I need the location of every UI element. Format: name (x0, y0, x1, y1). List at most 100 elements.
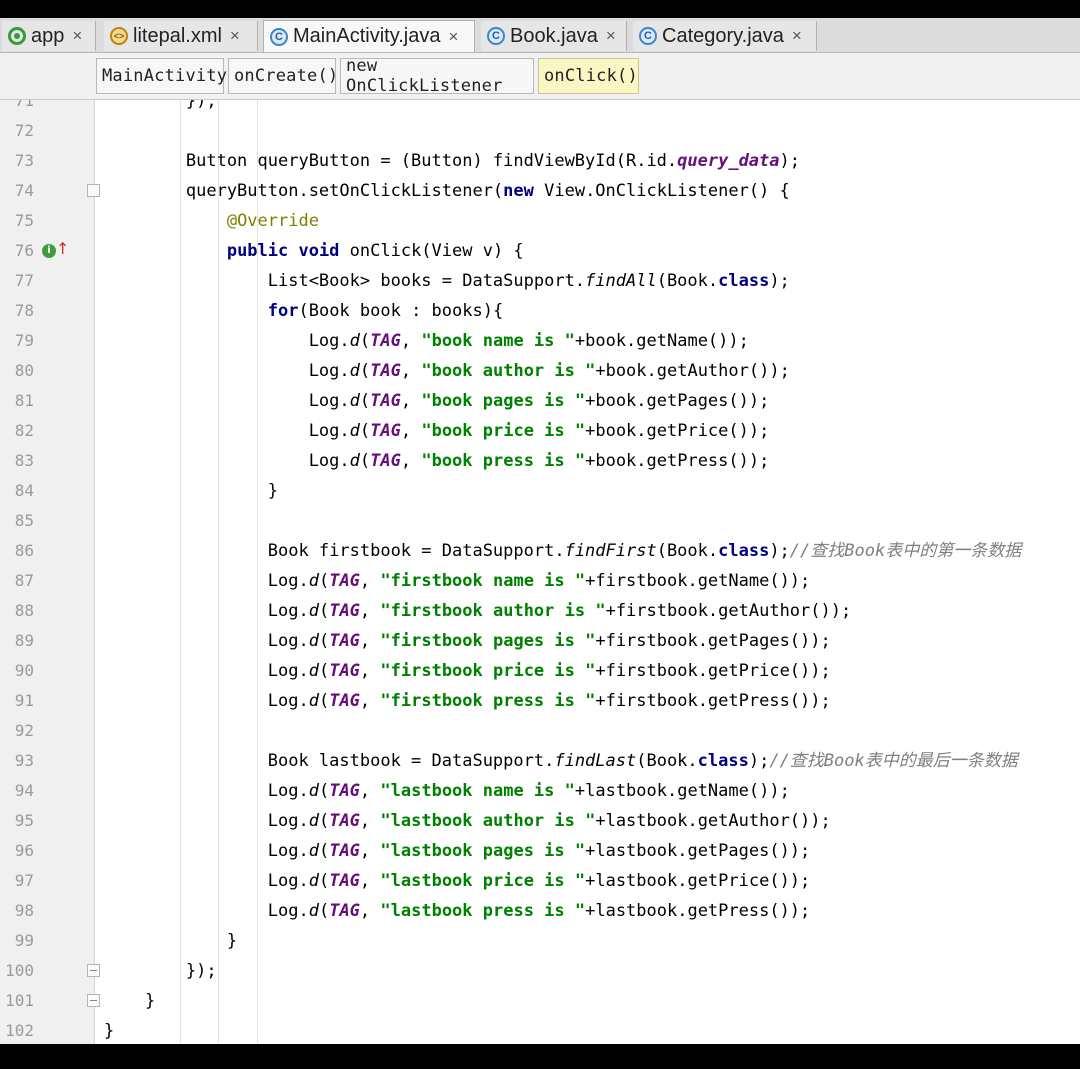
code-token: ( (318, 661, 330, 681)
code-token: View.OnClickListener() { (533, 181, 790, 201)
code-token: +lastbook.getName()); (574, 781, 790, 801)
tab-book-java[interactable]: C Book.java × (481, 21, 627, 51)
code-line[interactable]: 76 i ↑ public void onClick(View v) { (0, 236, 1080, 266)
code-line[interactable]: 84 } (0, 476, 1080, 506)
code-token: ( (359, 331, 371, 351)
code-token: Log. (104, 571, 309, 591)
breadcrumb-item-mainactivity[interactable]: MainActivity (96, 58, 227, 94)
code-token: Log. (104, 841, 309, 861)
close-icon[interactable]: × (72, 26, 82, 46)
code-token: ( (359, 361, 371, 381)
code-token: TAG (370, 451, 401, 471)
line-number: 95 (14, 811, 34, 830)
ide-window: app × <> litepal.xml × C MainActivity.ja… (0, 18, 1080, 1044)
code-token: } (104, 931, 238, 951)
code-token: d (308, 631, 319, 651)
breadcrumb-item-onclick[interactable]: onClick() (538, 58, 639, 94)
fold-toggle-icon[interactable] (87, 184, 100, 197)
code-token: , (400, 331, 422, 351)
code-line[interactable]: 100 }); (0, 956, 1080, 986)
fold-toggle-icon[interactable] (87, 994, 100, 1007)
line-number: 91 (14, 691, 34, 710)
tab-category-java[interactable]: C Category.java × (633, 21, 817, 51)
code-token: , (359, 811, 381, 831)
code-token: , (400, 361, 422, 381)
code-line[interactable]: 97 Log.d(TAG, "lastbook price is "+lastb… (0, 866, 1080, 896)
line-number: 81 (14, 391, 34, 410)
code-line[interactable]: 81 Log.d(TAG, "book pages is "+book.getP… (0, 386, 1080, 416)
line-number: 97 (14, 871, 34, 890)
code-line[interactable]: 96 Log.d(TAG, "lastbook pages is "+lastb… (0, 836, 1080, 866)
code-token: d (349, 361, 360, 381)
code-line[interactable]: 83 Log.d(TAG, "book press is "+book.getP… (0, 446, 1080, 476)
code-text: }); (104, 956, 217, 986)
code-token: , (400, 421, 422, 441)
code-editor[interactable]: 71 }); 72 73 Button queryButton = (Button)… (0, 100, 1080, 1044)
code-line[interactable]: 91 Log.d(TAG, "firstbook press is "+firs… (0, 686, 1080, 716)
code-line[interactable]: 85 (0, 506, 1080, 536)
code-token: TAG (329, 781, 360, 801)
code-line[interactable]: 92 (0, 716, 1080, 746)
code-line[interactable]: 79 Log.d(TAG, "book name is "+book.getNa… (0, 326, 1080, 356)
code-token: TAG (370, 421, 401, 441)
arrow-up-icon: ↑ (56, 239, 70, 258)
android-module-icon (8, 27, 26, 45)
code-token: TAG (329, 661, 360, 681)
code-line[interactable]: 98 Log.d(TAG, "lastbook press is "+lastb… (0, 896, 1080, 926)
code-text: Log.d(TAG, "book name is "+book.getName(… (104, 326, 749, 356)
tab-litepal-xml[interactable]: <> litepal.xml × (104, 21, 258, 51)
code-line[interactable]: 88 Log.d(TAG, "firstbook author is "+fir… (0, 596, 1080, 626)
code-line[interactable]: 89 Log.d(TAG, "firstbook pages is "+firs… (0, 626, 1080, 656)
breadcrumb-item-new-onclicklistener[interactable]: new OnClickListener (340, 56, 534, 96)
code-line[interactable]: 80 Log.d(TAG, "book author is "+book.get… (0, 356, 1080, 386)
code-line[interactable]: 73 Button queryButton = (Button) findVie… (0, 146, 1080, 176)
code-token: d (308, 781, 319, 801)
code-line[interactable]: 77 List<Book> books = DataSupport.findAl… (0, 266, 1080, 296)
code-token: d (308, 571, 319, 591)
code-text: for(Book book : books){ (104, 296, 503, 326)
code-line[interactable]: 72 (0, 116, 1080, 146)
code-token: }); (104, 100, 217, 111)
code-line[interactable]: 87 Log.d(TAG, "firstbook name is "+first… (0, 566, 1080, 596)
close-icon[interactable]: × (230, 26, 240, 46)
code-line[interactable]: 93 Book lastbook = DataSupport.findLast(… (0, 746, 1080, 776)
close-icon[interactable]: × (448, 27, 458, 47)
code-token: Log. (104, 451, 350, 471)
code-token: }); (104, 961, 217, 981)
code-token: Log. (104, 331, 350, 351)
code-line[interactable]: 95 Log.d(TAG, "lastbook author is "+last… (0, 806, 1080, 836)
code-token: +book.getPress()); (585, 451, 770, 471)
code-token: } (104, 991, 156, 1011)
tab-mainactivity-java[interactable]: C MainActivity.java × (263, 20, 475, 52)
close-icon[interactable]: × (792, 26, 802, 46)
fold-toggle-icon[interactable] (87, 964, 100, 977)
tab-app[interactable]: app × (2, 21, 96, 51)
code-line[interactable]: 75 @Override (0, 206, 1080, 236)
code-line[interactable]: 94 Log.d(TAG, "lastbook name is "+lastbo… (0, 776, 1080, 806)
code-token: d (308, 901, 319, 921)
code-token: "firstbook name is " (380, 571, 586, 591)
code-token: , (359, 571, 381, 591)
override-method-icon[interactable]: i (42, 244, 56, 258)
code-token: +lastbook.getPress()); (585, 901, 811, 921)
code-line[interactable]: 86 Book firstbook = DataSupport.findFirs… (0, 536, 1080, 566)
breadcrumb-item-oncreate[interactable]: onCreate() (228, 58, 338, 94)
code-token: ( (318, 781, 330, 801)
code-area[interactable]: 71 }); 72 73 Button queryButton = (Button)… (0, 100, 1080, 1044)
code-line[interactable]: 71 }); (0, 100, 1080, 116)
code-token: +lastbook.getPages()); (585, 841, 811, 861)
close-icon[interactable]: × (606, 26, 616, 46)
code-text: } (104, 1016, 114, 1044)
code-token: query_data (677, 151, 780, 171)
code-text: Log.d(TAG, "lastbook press is "+lastbook… (104, 896, 811, 926)
code-line[interactable]: 82 Log.d(TAG, "book price is "+book.getP… (0, 416, 1080, 446)
code-line[interactable]: 99 } (0, 926, 1080, 956)
code-line[interactable]: 78 for(Book book : books){ (0, 296, 1080, 326)
code-token: queryButton.setOnClickListener( (104, 181, 504, 201)
code-line[interactable]: 74 queryButton.setOnClickListener(new Vi… (0, 176, 1080, 206)
code-line[interactable]: 102} (0, 1016, 1080, 1044)
code-token: Log. (104, 601, 309, 621)
code-line[interactable]: 90 Log.d(TAG, "firstbook price is "+firs… (0, 656, 1080, 686)
code-line[interactable]: 101 } (0, 986, 1080, 1016)
